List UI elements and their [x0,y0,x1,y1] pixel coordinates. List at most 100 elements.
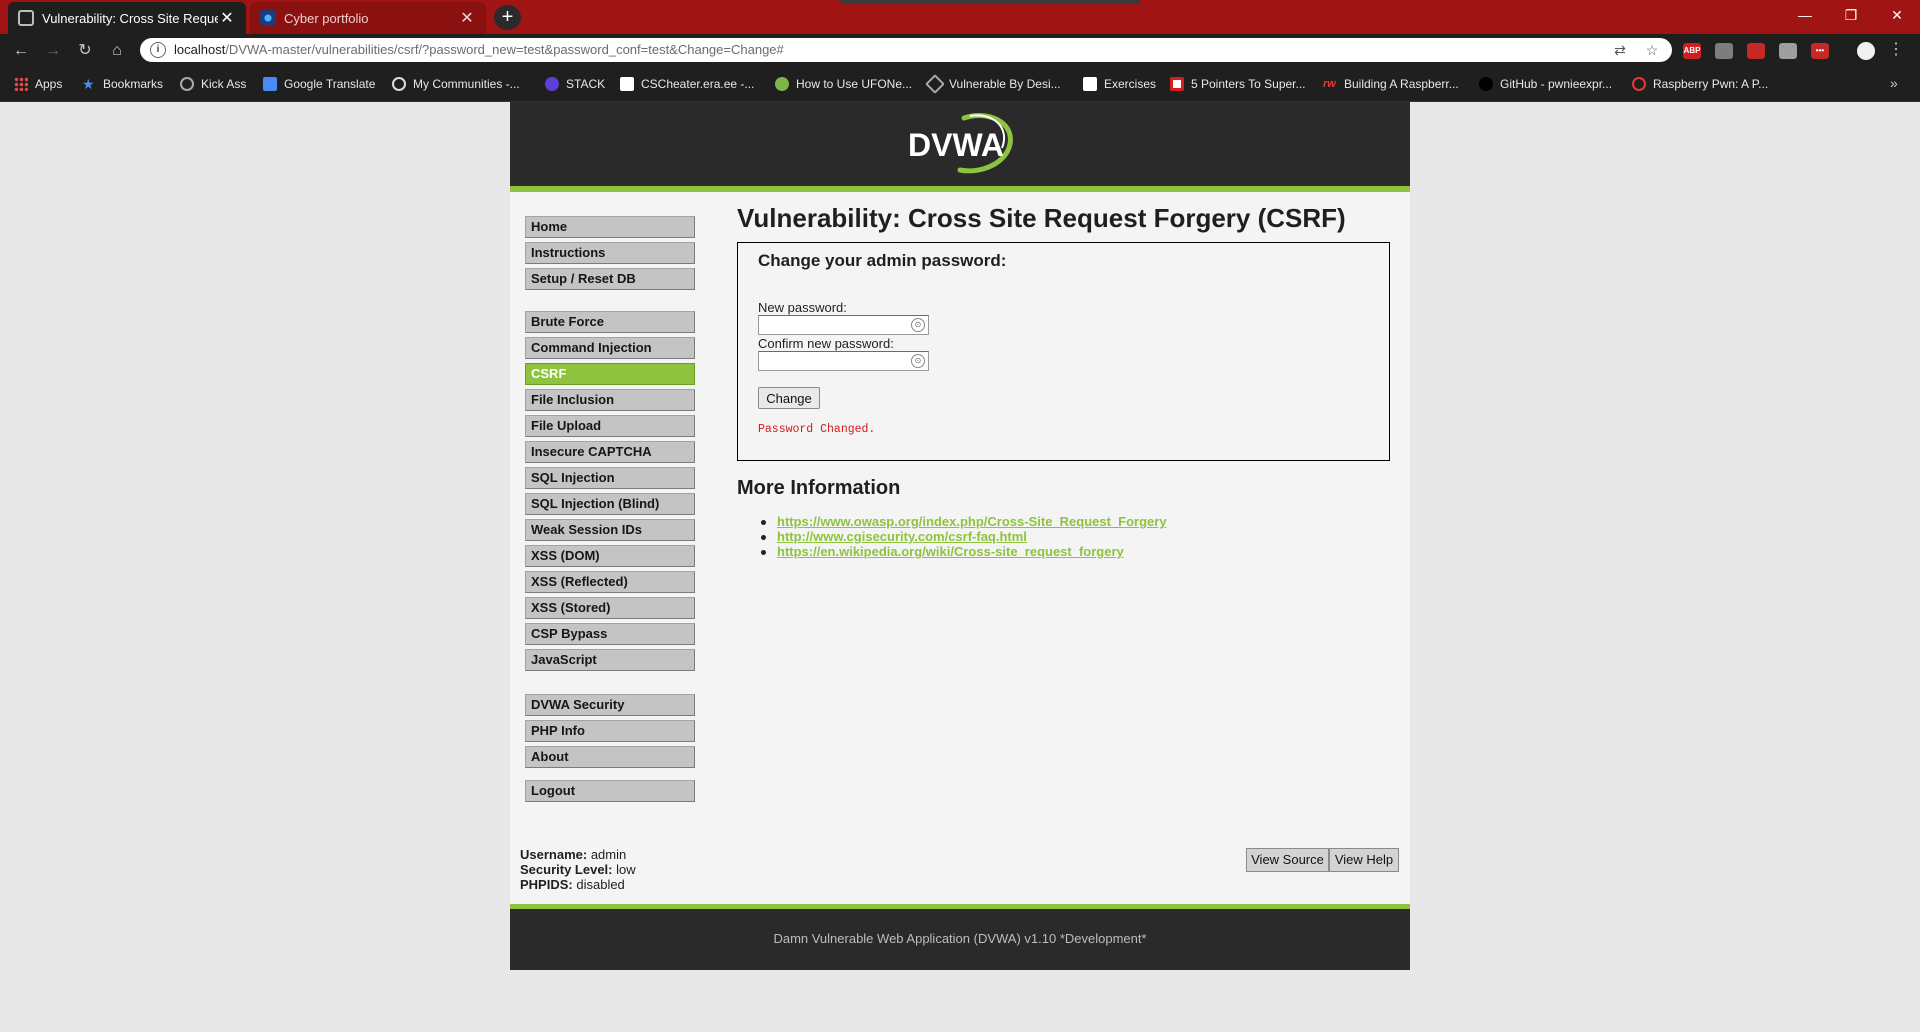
bookmark-label: Vulnerable By Desi... [949,77,1061,91]
bookmark-apps[interactable]: Apps [14,75,62,93]
confirm-password-input[interactable] [758,351,929,371]
dvwa-header: DVWA [510,102,1410,186]
apps-grid-icon [14,77,28,91]
address-bar[interactable]: i localhost/DVWA-master/vulnerabilities/… [140,38,1672,62]
footer-text: Damn Vulnerable Web Application (DVWA) v… [773,931,1147,946]
menu-item-xss-dom[interactable]: XSS (DOM) [525,545,695,567]
owasp-link[interactable]: https://www.owasp.org/index.php/Cross-Si… [777,514,1167,529]
sw-icon [1170,77,1184,91]
reload-button[interactable]: ↻ [74,40,96,62]
extension-lastpass-icon[interactable]: ••• [1811,43,1829,59]
bookmark-building-raspberry[interactable]: rw Building A Raspberr... [1323,75,1459,93]
community-icon [392,77,406,91]
bookmark-label: Apps [35,77,63,91]
back-button[interactable]: ← [10,40,32,62]
bookmark-raspberry-pwn[interactable]: Raspberry Pwn: A P... [1632,75,1768,93]
menu-item-home[interactable]: Home [525,216,695,238]
menu-item-instructions[interactable]: Instructions [525,242,695,264]
security-level-label: Security Level: [520,862,613,877]
extension-gray-icon[interactable] [1779,43,1797,59]
bookmark-exercises[interactable]: Exercises [1083,75,1156,93]
bookmark-vulnhub[interactable]: Vulnerable By Desi... [925,74,1061,94]
url-host: localhost [174,42,226,57]
profile-avatar[interactable] [1857,42,1875,60]
url-text[interactable]: localhost/DVWA-master/vulnerabilities/cs… [174,42,784,57]
menu-item-file-upload[interactable]: File Upload [525,415,695,437]
form-heading: Change your admin password: [758,251,1007,270]
tab-csrf[interactable]: Vulnerability: Cross Site Request ✕ [8,2,246,34]
extension-drive-icon[interactable] [1715,43,1733,59]
menu-kebab-icon[interactable]: ⋮ [1888,41,1904,59]
tab-cyber-portfolio[interactable]: Cyber portfolio ✕ [250,2,486,34]
menu-item-xss-reflected[interactable]: XSS (Reflected) [525,571,695,593]
menu-item-sql-injection-blind[interactable]: SQL Injection (Blind) [525,493,695,515]
extension-red-icon[interactable] [1747,43,1765,59]
menu-item-weak-session-ids[interactable]: Weak Session IDs [525,519,695,541]
adblock-icon[interactable]: ABP [1683,43,1701,59]
bookmark-5-pointers[interactable]: 5 Pointers To Super... [1170,75,1306,93]
globe-icon [180,77,194,91]
more-info-heading: More Information [737,477,901,499]
menu-item-dvwa-security[interactable]: DVWA Security [525,694,695,716]
menu-item-php-info[interactable]: PHP Info [525,720,695,742]
menu-item-xss-stored[interactable]: XSS (Stored) [525,597,695,619]
dvwa-container: DVWA Home Instructions Setup / Reset DB Bru… [510,102,1410,970]
menu-item-about[interactable]: About [525,746,695,768]
menu-item-file-inclusion[interactable]: File Inclusion [525,389,695,411]
bookmark-stack[interactable]: STACK [545,75,605,93]
bookmark-label: Bookmarks [103,77,164,91]
star-icon[interactable]: ☆ [1644,42,1660,58]
bookmark-my-communities[interactable]: My Communities -... [392,75,520,93]
menu-item-insecure-captcha[interactable]: Insecure CAPTCHA [525,441,695,463]
change-button[interactable]: Change [758,387,820,409]
bookmark-label: 5 Pointers To Super... [1191,77,1306,91]
bullet-icon [761,550,766,555]
menu-item-sql-injection[interactable]: SQL Injection [525,467,695,489]
csrf-form-box: Change your admin password: New password… [737,242,1390,461]
bookmark-label: Exercises [1104,77,1157,91]
new-password-input[interactable] [758,315,929,335]
password-key-icon[interactable]: ⊙ [911,354,925,368]
menu-item-command-injection[interactable]: Command Injection [525,337,695,359]
new-tab-button[interactable]: + [494,5,521,30]
list-item: https://en.wikipedia.org/wiki/Cross-site… [761,544,1124,559]
view-help-button[interactable]: View Help [1329,848,1399,872]
dvwa-footer: Damn Vulnerable Web Application (DVWA) v… [510,909,1410,970]
menu-item-csrf[interactable]: CSRF [525,363,695,385]
tab-title: Vulnerability: Cross Site Request [42,10,218,26]
home-button[interactable]: ⌂ [106,40,128,62]
menu-item-brute-force[interactable]: Brute Force [525,311,695,333]
bookmark-bookmarks[interactable]: ★ Bookmarks [82,75,163,93]
confirm-password-label: Confirm new password: [758,336,894,351]
bookmark-github[interactable]: GitHub - pwnieexpr... [1479,75,1612,93]
bookmark-cscheater[interactable]: CSCheater.era.ee -... [620,75,754,93]
menu-item-javascript[interactable]: JavaScript [525,649,695,671]
close-icon[interactable]: ✕ [218,8,236,28]
close-icon[interactable]: ✕ [458,8,476,28]
username-label: Username: [520,847,588,862]
menu-item-logout[interactable]: Logout [525,780,695,802]
vulnhub-icon [925,74,945,94]
menu-item-setup-reset-db[interactable]: Setup / Reset DB [525,268,695,290]
bookmark-google-translate[interactable]: Google Translate [263,75,375,93]
wikipedia-link[interactable]: https://en.wikipedia.org/wiki/Cross-site… [777,544,1124,559]
maximize-button[interactable]: ❐ [1828,4,1874,26]
portfolio-favicon-icon [260,10,276,26]
site-info-icon[interactable]: i [150,42,166,58]
view-source-button[interactable]: View Source [1246,848,1329,872]
bookmark-ufonet[interactable]: How to Use UFONe... [775,75,912,93]
menu-item-csp-bypass[interactable]: CSP Bypass [525,623,695,645]
tab-title: Cyber portfolio [284,10,369,26]
bookmark-label: My Communities -... [413,77,520,91]
bookmark-kick-ass[interactable]: Kick Ass [180,75,246,93]
translate-icon[interactable]: ⇄ [1612,42,1628,58]
bookmarks-overflow-button[interactable]: » [1890,75,1898,91]
window-close-button[interactable]: ✕ [1874,4,1920,26]
phpids-value: disabled [576,877,625,892]
cgisecurity-link[interactable]: http://www.cgisecurity.com/csrf-faq.html [777,529,1027,544]
forward-button[interactable]: → [42,40,64,62]
password-key-icon[interactable]: ⊙ [911,318,925,332]
wix-icon [620,77,634,91]
minimize-button[interactable]: — [1782,4,1828,26]
dvwa-logo-text: DVWA [908,127,1004,163]
